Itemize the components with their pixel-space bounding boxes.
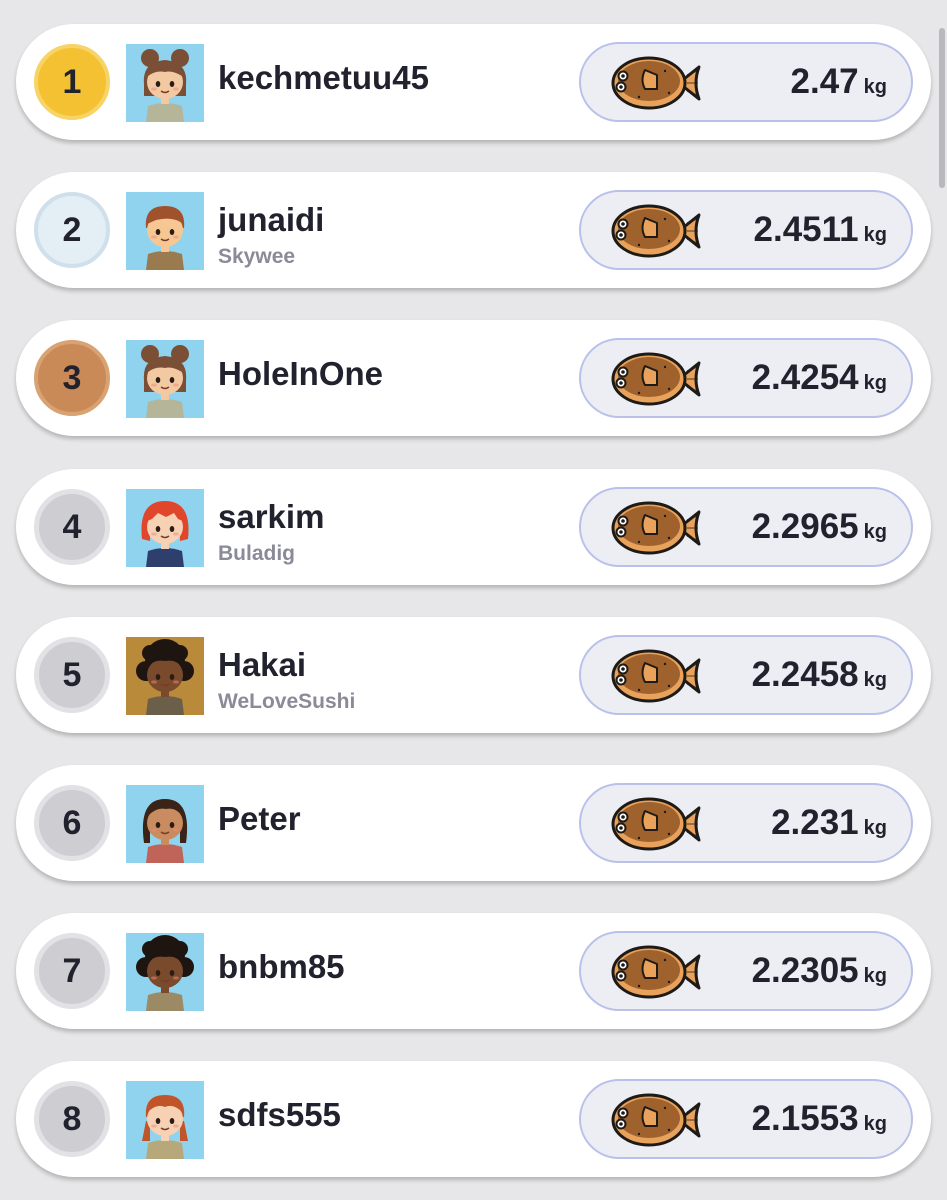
avatar[interactable] xyxy=(126,489,204,567)
weight-badge: 2.2965 kg xyxy=(579,487,913,567)
leaderboard-row[interactable]: 8 sdfs555 2.1553 kg xyxy=(16,1061,931,1177)
weight-unit: kg xyxy=(863,816,887,839)
flounder-fish-icon xyxy=(609,794,703,854)
weight-badge: 2.231 kg xyxy=(579,783,913,863)
weight-unit: kg xyxy=(863,223,887,246)
rank-badge: 8 xyxy=(34,1081,110,1157)
avatar[interactable] xyxy=(126,785,204,863)
weight-value: 2.4511 xyxy=(753,210,859,249)
avatar[interactable] xyxy=(126,44,204,122)
weight-unit: kg xyxy=(863,1112,887,1135)
rank-badge: 3 xyxy=(34,340,110,416)
username[interactable]: Peter xyxy=(218,799,301,839)
rank-badge: 7 xyxy=(34,933,110,1009)
leaderboard-row[interactable]: 2 junaidi Skywee 2.4511 kg xyxy=(16,172,931,288)
weight-badge: 2.2305 kg xyxy=(579,931,913,1011)
avatar[interactable] xyxy=(126,340,204,418)
avatar[interactable] xyxy=(126,933,204,1011)
avatar[interactable] xyxy=(126,637,204,715)
weight-badge: 2.4254 kg xyxy=(579,338,913,418)
weight-badge: 2.2458 kg xyxy=(579,635,913,715)
avatar[interactable] xyxy=(126,192,204,270)
weight-unit: kg xyxy=(863,75,887,98)
weight-value: 2.2458 xyxy=(751,655,859,694)
flounder-fish-icon xyxy=(609,646,703,706)
username[interactable]: sarkim xyxy=(218,497,324,537)
rank-badge: 2 xyxy=(34,192,110,268)
flounder-fish-icon xyxy=(609,1090,703,1150)
weight-unit: kg xyxy=(863,964,887,987)
island-name: WeLoveSushi xyxy=(218,690,356,713)
weight-badge: 2.4511 kg xyxy=(579,190,913,270)
username[interactable]: Hakai xyxy=(218,645,355,685)
weight-value: 2.2305 xyxy=(751,951,859,990)
username[interactable]: HoleInOne xyxy=(218,354,383,394)
avatar[interactable] xyxy=(126,1081,204,1159)
leaderboard-row[interactable]: 5 Hakai WeLoveSushi 2.2458 kg xyxy=(16,617,931,733)
weight-unit: kg xyxy=(863,371,887,394)
leaderboard-list: 1 kechmetuu45 2.47 kg 2 junaidi Skywee 2… xyxy=(0,0,947,1200)
leaderboard-row[interactable]: 4 sarkim Buladig 2.2965 kg xyxy=(16,469,931,585)
scrollbar[interactable] xyxy=(939,28,945,188)
leaderboard-row[interactable]: 6 Peter 2.231 kg xyxy=(16,765,931,881)
island-name: Skywee xyxy=(218,245,296,268)
weight-badge: 2.47 kg xyxy=(579,42,913,122)
rank-badge: 5 xyxy=(34,637,110,713)
weight-value: 2.4254 xyxy=(751,358,859,397)
leaderboard-row[interactable]: 1 kechmetuu45 2.47 kg xyxy=(16,24,931,140)
flounder-fish-icon xyxy=(609,942,703,1002)
weight-unit: kg xyxy=(863,520,887,543)
leaderboard-row[interactable]: 7 bnbm85 2.2305 kg xyxy=(16,913,931,1029)
username[interactable]: sdfs555 xyxy=(218,1095,341,1135)
flounder-fish-icon xyxy=(609,201,703,261)
weight-value: 2.2965 xyxy=(751,507,859,546)
rank-badge: 1 xyxy=(34,44,110,120)
weight-value: 2.47 xyxy=(790,62,859,101)
flounder-fish-icon xyxy=(609,498,703,558)
island-name: Buladig xyxy=(218,542,295,565)
rank-badge: 6 xyxy=(34,785,110,861)
username[interactable]: kechmetuu45 xyxy=(218,58,429,98)
weight-value: 2.1553 xyxy=(751,1099,859,1138)
username[interactable]: bnbm85 xyxy=(218,947,345,987)
flounder-fish-icon xyxy=(609,53,703,113)
weight-unit: kg xyxy=(863,668,887,691)
weight-value: 2.231 xyxy=(771,803,859,842)
rank-badge: 4 xyxy=(34,489,110,565)
weight-badge: 2.1553 kg xyxy=(579,1079,913,1159)
username[interactable]: junaidi xyxy=(218,200,324,240)
flounder-fish-icon xyxy=(609,349,703,409)
leaderboard-row[interactable]: 3 HoleInOne 2.4254 kg xyxy=(16,320,931,436)
